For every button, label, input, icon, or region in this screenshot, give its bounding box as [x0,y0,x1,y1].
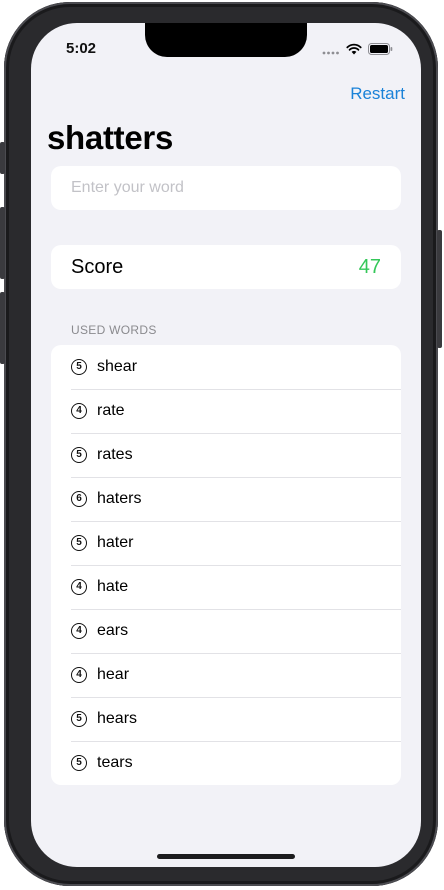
list-item: 5 tears [51,741,401,785]
used-words-list: 5 shear 4 rate 5 rates 6 haters 5 hater … [51,345,401,785]
list-item: 5 hater [51,521,401,565]
used-word: hears [97,710,138,727]
restart-button[interactable]: Restart [350,84,405,104]
camera-notch [145,23,307,57]
list-item: 4 rate [51,389,401,433]
used-word: haters [97,490,142,507]
status-icons [322,43,393,55]
list-item: 4 hate [51,565,401,609]
home-indicator[interactable] [157,854,295,859]
numbered-circle-icon: 5 [71,755,87,771]
app-screen: 5:02 Restart shatters Enter your word Sc… [31,23,421,867]
word-input[interactable] [51,166,391,210]
used-word: tears [97,754,133,771]
used-word: hater [97,534,134,551]
power-button [437,230,442,348]
used-word: shear [97,358,138,375]
cellular-signal-icon [322,51,339,54]
numbered-circle-icon: 4 [71,623,87,639]
used-word: hear [97,666,130,683]
numbered-circle-icon: 5 [71,535,87,551]
status-time: 5:02 [66,40,97,57]
numbered-circle-icon: 5 [71,711,87,727]
list-item: 5 hears [51,697,401,741]
numbered-circle-icon: 5 [71,447,87,463]
list-item: 4 hear [51,653,401,697]
used-word: rate [97,402,125,419]
volume-down-button [0,292,5,364]
used-word: ears [97,622,129,639]
page-title: shatters [47,119,173,156]
numbered-circle-icon: 4 [71,667,87,683]
word-input-field[interactable] [51,166,401,210]
score-label: Score [71,255,124,278]
used-word: hate [97,578,129,595]
list-item: 5 shear [51,345,401,389]
wifi-icon [346,43,362,55]
score-row: Score 47 [51,245,401,289]
numbered-circle-icon: 6 [71,491,87,507]
numbered-circle-icon: 4 [71,579,87,595]
phone-frame: 5:02 Restart shatters Enter your word Sc… [0,2,442,886]
numbered-circle-icon: 5 [71,359,87,375]
used-word: rates [97,446,133,463]
used-words-header: USED WORDS [71,323,157,337]
battery-icon [368,43,393,55]
list-item: 4 ears [51,609,401,653]
volume-up-button [0,207,5,279]
list-item: 6 haters [51,477,401,521]
list-item: 5 rates [51,433,401,477]
numbered-circle-icon: 4 [71,403,87,419]
score-value: 47 [358,255,381,278]
mute-switch [0,142,5,174]
